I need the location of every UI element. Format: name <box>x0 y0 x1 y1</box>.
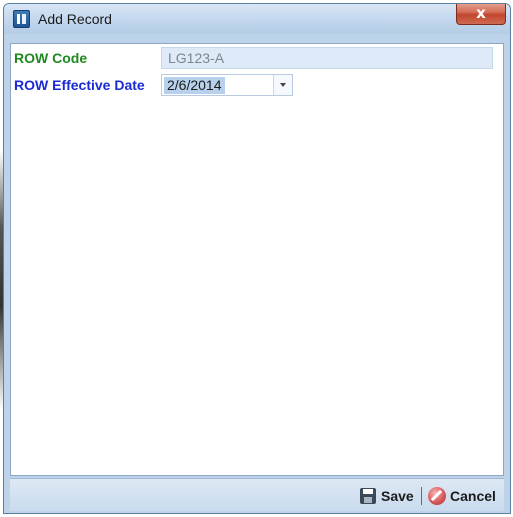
cancel-icon <box>428 487 446 505</box>
row-code-field[interactable]: LG123-A <box>161 47 493 69</box>
footer-toolbar: Save Cancel <box>10 478 504 511</box>
floppy-disk-icon <box>360 488 376 504</box>
row-effective-date-value[interactable]: 2/6/2014 <box>164 77 225 94</box>
window-title: Add Record <box>38 11 112 27</box>
title-bar[interactable]: Add Record x <box>4 4 510 34</box>
row-effective-date-field[interactable]: 2/6/2014 <box>161 74 293 96</box>
close-icon: x <box>476 4 486 22</box>
cancel-button[interactable]: Cancel <box>425 486 501 506</box>
row-effective-date-label: ROW Effective Date <box>14 77 145 93</box>
save-button[interactable]: Save <box>358 486 418 506</box>
chevron-down-icon[interactable] <box>273 75 292 95</box>
toolbar-separator <box>421 487 422 505</box>
row-code-label: ROW Code <box>14 50 88 66</box>
app-icon <box>13 10 30 28</box>
save-label: Save <box>381 488 414 504</box>
close-button[interactable]: x <box>456 4 506 25</box>
add-record-dialog: Add Record x ROW Code LG123-A ROW Effect… <box>3 3 511 514</box>
form-panel: ROW Code LG123-A ROW Effective Date 2/6/… <box>10 43 504 476</box>
cancel-label: Cancel <box>450 488 496 504</box>
